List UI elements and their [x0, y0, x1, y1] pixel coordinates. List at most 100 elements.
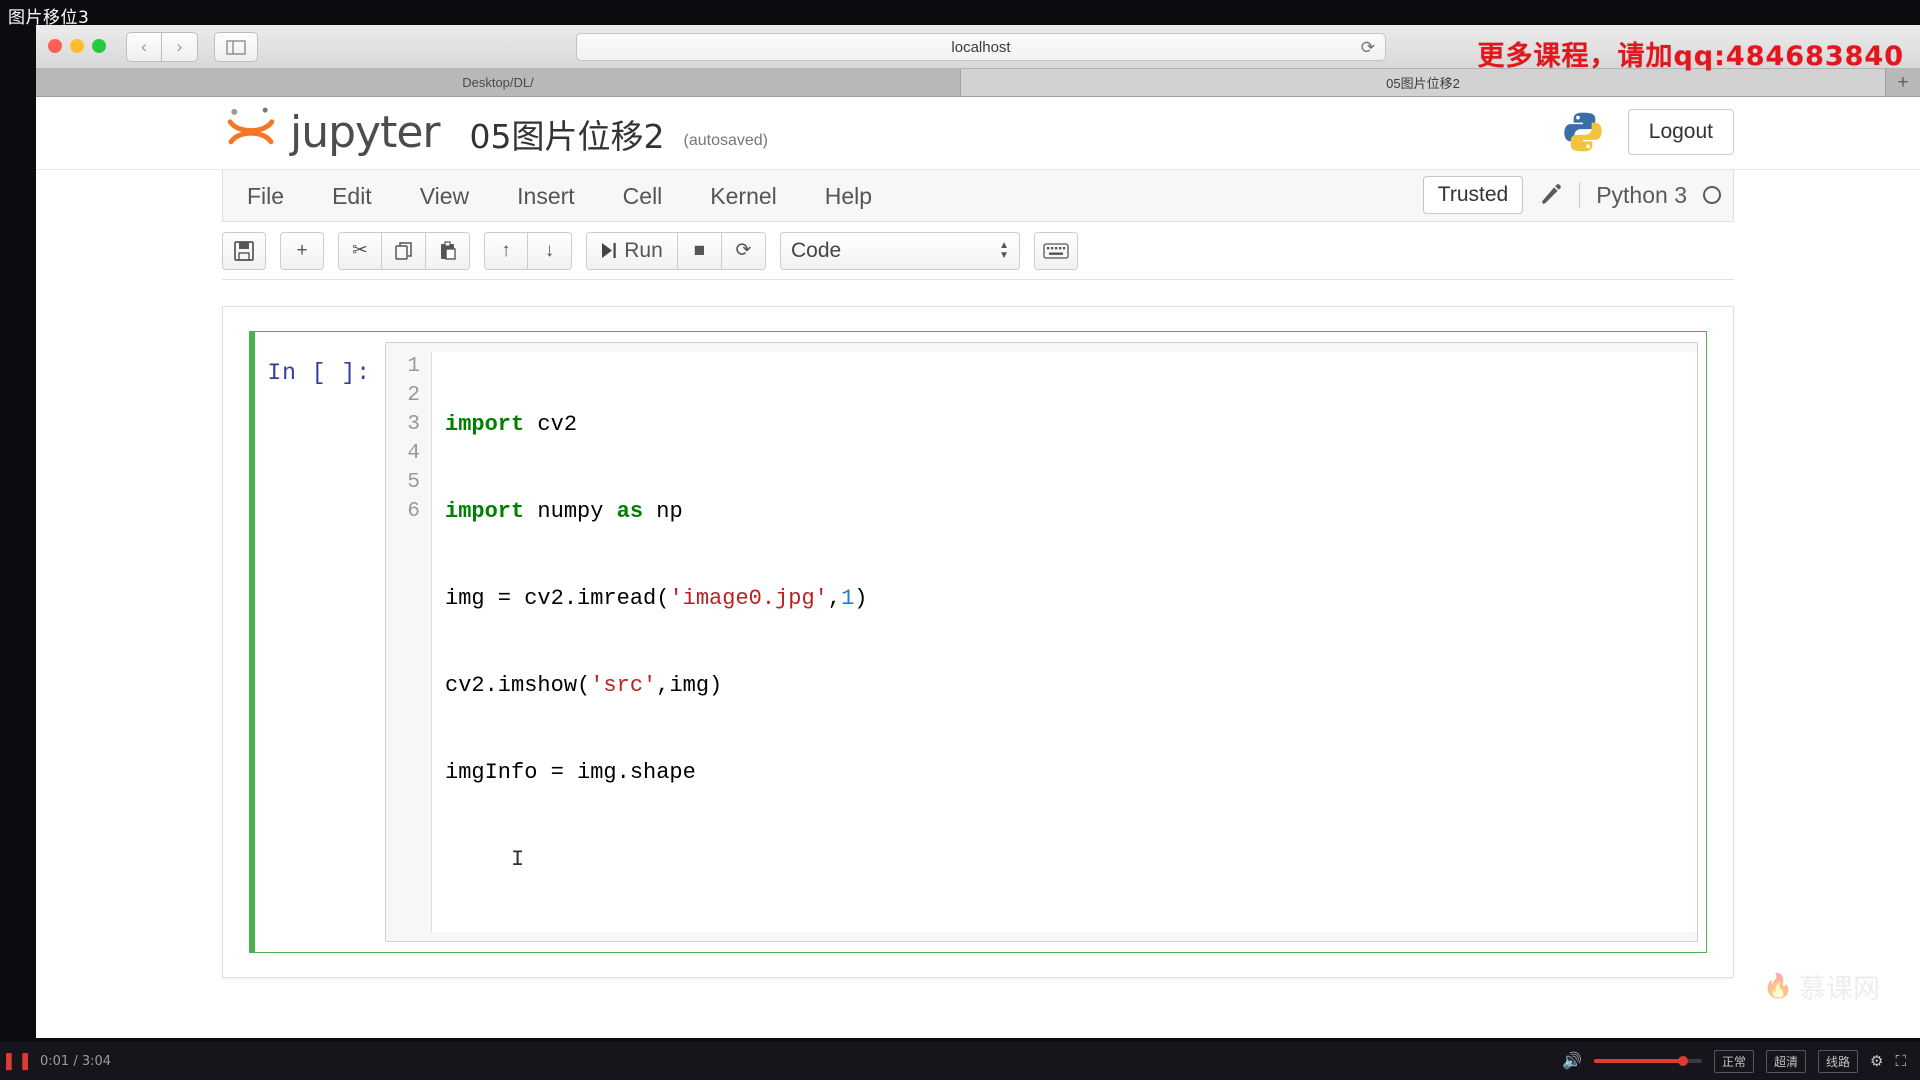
- chevron-updown-icon: ▲ ▼: [999, 240, 1009, 261]
- cell-editor[interactable]: 1 2 3 4 5 6 import cv2 import numpy as n…: [385, 342, 1698, 942]
- volume-icon[interactable]: 🔊: [1562, 1051, 1582, 1071]
- header-right-group: Logout: [1560, 109, 1734, 155]
- restart-kernel-button[interactable]: ⟳: [722, 231, 766, 270]
- sidebar-icon: [226, 39, 246, 55]
- pause-button[interactable]: ❚❚: [0, 1051, 36, 1071]
- cell-type-value: Code: [791, 238, 842, 262]
- cell-prompt: In [ ]:: [267, 360, 371, 386]
- time-display: 0:01 / 3:04: [40, 1053, 112, 1069]
- save-button[interactable]: [222, 231, 266, 270]
- url-text: localhost: [951, 38, 1011, 56]
- toolbar-group-save: [222, 231, 266, 270]
- maximize-window-button[interactable]: [92, 39, 106, 53]
- menu-bar: File Edit View Insert Cell Kernel Help T…: [222, 170, 1734, 222]
- code-line-1: import cv2: [445, 412, 578, 437]
- cut-cell-button[interactable]: ✂: [338, 231, 382, 270]
- cell-type-select[interactable]: Code ▲ ▼: [780, 231, 1020, 270]
- volume-slider[interactable]: [1593, 1056, 1702, 1066]
- pencil-icon[interactable]: [1539, 183, 1563, 207]
- watermark-text: 慕课网: [1799, 974, 1880, 1005]
- copy-icon: [394, 241, 412, 260]
- notebook-title[interactable]: 05图片位移2: [470, 120, 665, 153]
- volume-knob[interactable]: [1677, 1056, 1688, 1066]
- gear-icon[interactable]: ⚙: [1870, 1052, 1883, 1070]
- code-line-3: img = cv2.imread('image0.jpg',1): [445, 586, 868, 611]
- address-bar[interactable]: localhost ⟳: [576, 33, 1386, 61]
- code-line-4: cv2.imshow('src',img): [445, 673, 723, 698]
- code-line-2: import numpy as np: [445, 499, 683, 524]
- player-controls-right: 🔊 正常 超清 线路 ⚙ ⛶: [1562, 1049, 1920, 1073]
- code-editor-area[interactable]: import cv2 import numpy as np img = cv2.…: [432, 352, 1697, 932]
- toolbar-group-clipboard: ✂: [338, 231, 470, 270]
- close-window-button[interactable]: [48, 39, 62, 53]
- jupyter-wordmark: jupyter: [290, 107, 440, 158]
- quality-normal-button[interactable]: 正常: [1713, 1049, 1754, 1073]
- interrupt-kernel-button[interactable]: ■: [678, 231, 722, 270]
- menubar-divider: [1579, 182, 1581, 208]
- keyboard-icon: [1043, 242, 1069, 259]
- menu-edit[interactable]: Edit: [308, 171, 396, 221]
- video-player: 图片移位3 更多课程，请加qq:484683840 ‹ › localhost: [0, 0, 1920, 1080]
- jupyter-header: jupyter 05图片位移2 (autosaved) Logout: [36, 97, 1920, 170]
- jupyter-brand[interactable]: jupyter 05图片位移2 (autosaved): [226, 105, 768, 157]
- text-cursor-icon: I: [511, 847, 525, 872]
- quality-hd-button[interactable]: 超清: [1766, 1049, 1807, 1073]
- back-button[interactable]: ‹: [126, 32, 162, 62]
- site-watermark: 🔥 慕课网: [1763, 967, 1880, 1006]
- line-number-gutter: 1 2 3 4 5 6: [386, 352, 432, 932]
- kernel-name-label: Python 3: [1596, 181, 1687, 208]
- navigation-buttons: ‹ ›: [126, 32, 198, 62]
- sidebar-toggle-button[interactable]: [214, 32, 258, 62]
- jupyter-logo-icon: [227, 107, 275, 145]
- browser-window: ‹ › localhost ⟳ Desktop/DL/ 05图片位移2 + ju…: [36, 25, 1920, 1038]
- new-tab-button[interactable]: +: [1886, 69, 1920, 96]
- toolbar-group-insert: +: [280, 231, 324, 270]
- code-line-6: I: [445, 845, 1697, 874]
- insert-cell-button[interactable]: +: [280, 231, 324, 270]
- code-cell[interactable]: In [ ]: 1 2 3 4 5 6 import cv2 import nu…: [249, 331, 1707, 953]
- forward-button[interactable]: ›: [162, 32, 198, 62]
- qq-promo-overlay: 更多课程，请加qq:484683840: [1477, 41, 1904, 72]
- kernel-status-indicator[interactable]: [1703, 186, 1721, 204]
- run-label: Run: [624, 238, 663, 262]
- volume-fill: [1593, 1059, 1682, 1063]
- logout-button[interactable]: Logout: [1627, 109, 1734, 155]
- toolbar-group-move: ↑ ↓: [484, 231, 572, 270]
- menu-help[interactable]: Help: [801, 171, 896, 221]
- line-number: 2: [407, 384, 420, 407]
- notebook-toolbar: + ✂ ↑ ↓ Run ■ ⟳ Code ▲ ▼: [222, 222, 1734, 280]
- paste-cell-button[interactable]: [426, 231, 470, 270]
- tab-desktop-dl[interactable]: Desktop/DL/: [36, 69, 961, 96]
- line-select-button[interactable]: 线路: [1818, 1049, 1859, 1073]
- line-number: 5: [407, 471, 420, 494]
- notebook-container: In [ ]: 1 2 3 4 5 6 import cv2 import nu…: [222, 306, 1734, 978]
- autosave-status: (autosaved): [683, 132, 769, 149]
- run-cell-button[interactable]: Run: [586, 231, 678, 270]
- menu-insert[interactable]: Insert: [493, 171, 599, 221]
- command-palette-button[interactable]: [1034, 231, 1078, 270]
- copy-cell-button[interactable]: [382, 231, 426, 270]
- menu-cell[interactable]: Cell: [599, 171, 687, 221]
- fullscreen-icon[interactable]: ⛶: [1895, 1053, 1906, 1070]
- trusted-badge[interactable]: Trusted: [1422, 176, 1524, 214]
- python-logo-icon: [1564, 112, 1602, 152]
- minimize-window-button[interactable]: [70, 39, 84, 53]
- jupyter-notebook-page: jupyter 05图片位移2 (autosaved) Logout File …: [36, 97, 1920, 1038]
- flame-icon: 🔥: [1763, 973, 1793, 1000]
- tab-notebook[interactable]: 05图片位移2: [961, 69, 1886, 96]
- toolbar-group-run: Run ■ ⟳: [586, 231, 766, 270]
- move-cell-up-button[interactable]: ↑: [484, 231, 528, 270]
- move-cell-down-button[interactable]: ↓: [528, 231, 572, 270]
- menu-kernel[interactable]: Kernel: [686, 171, 800, 221]
- toolbar-group-keyboard: [1034, 231, 1078, 270]
- paste-icon: [440, 240, 456, 260]
- menu-file[interactable]: File: [223, 171, 308, 221]
- line-number: 4: [407, 442, 420, 465]
- reload-icon[interactable]: ⟳: [1361, 38, 1375, 58]
- video-title: 图片移位3: [8, 8, 90, 28]
- menu-view[interactable]: View: [396, 171, 493, 221]
- line-number: 6: [407, 500, 420, 523]
- traffic-lights: [48, 39, 106, 53]
- player-controls: ❚❚ 0:01 / 3:04 🔊 正常 超清 线路 ⚙ ⛶: [0, 1042, 1920, 1080]
- menubar-right-group: Trusted Python 3: [1422, 170, 1721, 220]
